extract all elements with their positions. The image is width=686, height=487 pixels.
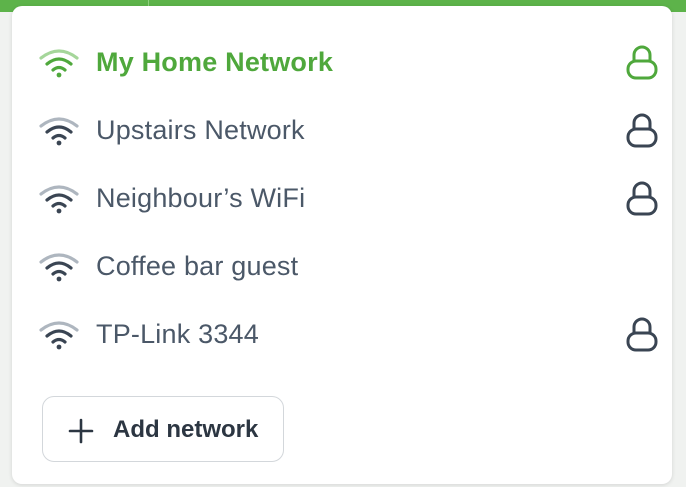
network-item-my-home-network[interactable]: My Home Network: [12, 28, 672, 96]
lock-icon: [626, 45, 658, 80]
network-list: My Home Network Upstairs Network Neighbour…: [12, 28, 672, 368]
add-network-button[interactable]: Add network: [42, 396, 284, 462]
network-name: Upstairs Network: [96, 115, 305, 145]
wifi-icon: [39, 49, 79, 78]
lock-icon: [626, 317, 658, 352]
network-name: My Home Network: [96, 47, 334, 77]
network-item-tp-link-3344[interactable]: TP-Link 3344: [12, 300, 672, 368]
wifi-network-panel: My Home Network Upstairs Network Neighbour…: [12, 6, 672, 484]
wifi-icon: [39, 117, 79, 146]
add-network-label: Add network: [113, 416, 259, 443]
network-name: Coffee bar guest: [96, 251, 299, 281]
network-name: TP-Link 3344: [96, 319, 259, 349]
network-item-coffee-bar-guest[interactable]: Coffee bar guest: [12, 232, 672, 300]
lock-icon: [626, 181, 658, 216]
network-item-upstairs-network[interactable]: Upstairs Network: [12, 96, 672, 164]
lock-icon: [626, 113, 658, 148]
wifi-icon: [39, 253, 79, 282]
network-item-neighbours-wifi[interactable]: Neighbour’s WiFi: [12, 164, 672, 232]
network-name: Neighbour’s WiFi: [96, 183, 306, 213]
plus-icon: [68, 418, 94, 444]
wifi-icon: [39, 321, 79, 350]
wifi-icon: [39, 185, 79, 214]
